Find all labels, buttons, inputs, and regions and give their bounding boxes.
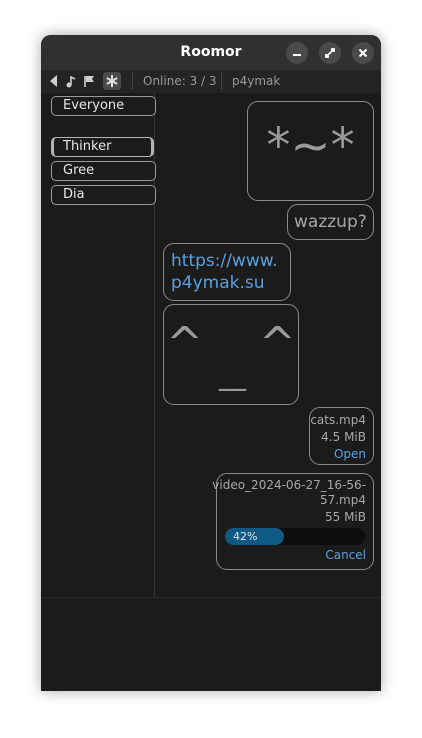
settings-button[interactable] — [103, 72, 121, 90]
message-text: wazzup? — [287, 204, 374, 240]
emoticon-mouth: __ — [219, 357, 246, 392]
user-item-gree[interactable]: Gree — [51, 161, 156, 181]
username-label: p4ymak — [232, 74, 281, 88]
message-emoticon: ^ ^ __ — [163, 304, 299, 405]
file-name-line-1: video_2024-06-27_16-56- — [212, 478, 366, 492]
open-button[interactable]: Open — [334, 447, 366, 461]
file-download-message: video_2024-06-27_16-56- 57.mp4 55 MiB 42… — [212, 473, 374, 570]
link-line-2[interactable]: p4ymak.su — [171, 272, 265, 294]
maximize-button[interactable] — [319, 42, 341, 64]
minimize-button[interactable] — [286, 42, 308, 64]
file-size: 4.5 MiB — [321, 430, 366, 444]
file-size: 55 MiB — [324, 510, 366, 524]
close-icon — [358, 48, 368, 58]
file-message: cats.mp4 4.5 MiB Open — [309, 407, 374, 465]
asterisk-icon — [106, 75, 118, 87]
message-text-content: wazzup? — [294, 212, 367, 232]
title-bar[interactable]: Roomor — [41, 35, 381, 70]
back-arrow-icon[interactable] — [46, 73, 62, 89]
maximize-icon — [325, 48, 335, 58]
app-window: Roomor Online: 3 / 3 p4ymak Everyone Thi… — [41, 35, 381, 691]
cancel-button[interactable]: Cancel — [325, 548, 366, 562]
window-title: Roomor — [180, 44, 242, 60]
online-count: Online: 3 / 3 — [143, 74, 217, 88]
message-input-area[interactable] — [41, 597, 381, 691]
user-item-everyone[interactable]: Everyone — [51, 96, 156, 116]
message-link: https://www. p4ymak.su — [163, 243, 291, 301]
toolbar: Online: 3 / 3 p4ymak — [41, 70, 381, 93]
toolbar-divider — [221, 73, 222, 90]
emoticon-text: *~* — [266, 118, 355, 174]
toolbar-divider — [132, 73, 133, 90]
file-name: cats.mp4 — [310, 413, 366, 427]
close-button[interactable] — [352, 42, 374, 64]
file-name-line-2: 57.mp4 — [319, 493, 366, 507]
user-item-thinker[interactable]: Thinker — [51, 137, 154, 157]
message-emoticon: *~* — [247, 101, 374, 201]
minimize-icon — [293, 54, 301, 56]
link-line-1[interactable]: https://www. — [171, 250, 278, 272]
user-list: Everyone Thinker Gree Dia — [41, 93, 156, 597]
download-progress-bar: 42% — [225, 528, 365, 545]
flag-icon[interactable] — [81, 73, 97, 89]
user-item-dia[interactable]: Dia — [51, 185, 156, 205]
progress-label: 42% — [233, 530, 258, 543]
music-note-icon[interactable] — [63, 73, 79, 89]
